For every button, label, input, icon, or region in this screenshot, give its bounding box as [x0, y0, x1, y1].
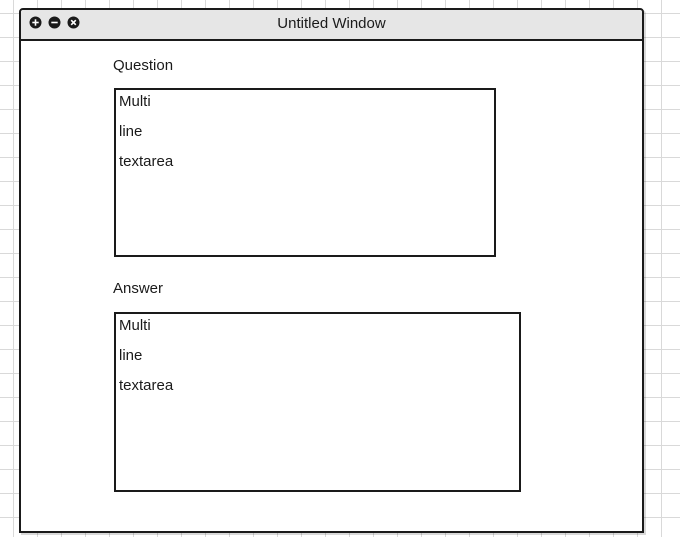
answer-line-1: Multi	[119, 317, 151, 334]
question-line-1: Multi	[119, 93, 151, 110]
answer-line-2: line	[119, 347, 143, 364]
app-window: Untitled Window Question Multi line text…	[19, 8, 644, 533]
answer-line-3: textarea	[119, 377, 174, 394]
question-textarea[interactable]: Multi line textarea	[114, 88, 496, 257]
title-bar[interactable]: Untitled Window	[21, 10, 642, 41]
window-title: Untitled Window	[277, 15, 386, 32]
question-line-2: line	[119, 123, 143, 140]
question-line-3: textarea	[119, 153, 174, 170]
question-label: Question	[113, 57, 174, 74]
answer-textarea[interactable]: Multi line textarea	[114, 312, 521, 492]
answer-label: Answer	[113, 280, 164, 297]
